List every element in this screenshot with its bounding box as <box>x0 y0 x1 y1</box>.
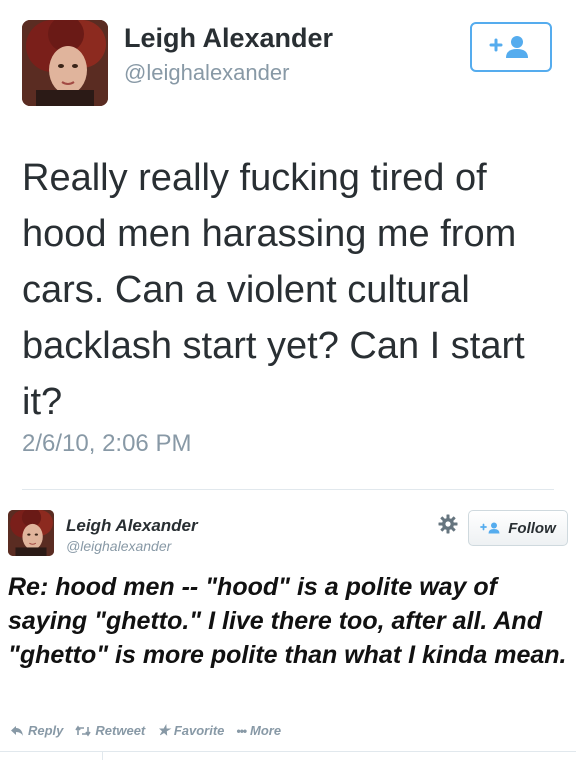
add-user-icon <box>480 522 500 534</box>
author-name[interactable]: Leigh Alexander <box>66 516 198 536</box>
avatar-photo-icon <box>8 510 54 556</box>
avatar[interactable] <box>8 510 54 556</box>
divider <box>0 751 576 752</box>
tweet-text: Re: hood men -- "hood" is a polite way o… <box>8 573 567 669</box>
follow-button[interactable]: Follow <box>468 510 568 546</box>
author-name[interactable]: Leigh Alexander <box>124 23 333 54</box>
favorite-action[interactable]: ★ Favorite <box>157 722 224 739</box>
author-handle[interactable]: @leighalexander <box>66 538 171 554</box>
follow-button[interactable] <box>470 22 552 72</box>
reply-action[interactable]: Reply <box>10 723 63 738</box>
tweet-actions: Reply Retweet ★ Favorite ••• More <box>10 722 281 739</box>
more-label: More <box>250 723 282 738</box>
favorite-label: Favorite <box>173 723 225 738</box>
gear-icon[interactable] <box>438 514 458 534</box>
add-user-icon <box>489 36 528 58</box>
tweet-card-large: Leigh Alexander @leighalexander Really r… <box>0 0 576 490</box>
avatar-photo-icon <box>22 20 108 106</box>
reply-icon <box>11 725 23 736</box>
separator <box>0 490 576 500</box>
tweet-card-embedded: Leigh Alexander @leighalexander Follow R… <box>0 500 576 760</box>
tweet-text: Really really fucking tired of hood men … <box>22 157 525 423</box>
divider <box>102 752 103 760</box>
avatar[interactable] <box>22 20 108 106</box>
more-dots-icon: ••• <box>236 723 247 738</box>
star-icon: ★ <box>157 722 170 738</box>
retweet-action[interactable]: Retweet <box>75 723 145 738</box>
more-action[interactable]: ••• More <box>236 723 281 738</box>
reply-label: Reply <box>28 723 64 738</box>
follow-label: Follow <box>508 519 556 537</box>
retweet-icon <box>75 725 92 736</box>
author-handle[interactable]: @leighalexander <box>124 60 289 86</box>
retweet-label: Retweet <box>95 723 146 738</box>
tweet-timestamp[interactable]: 2/6/10, 2:06 PM <box>22 430 191 458</box>
